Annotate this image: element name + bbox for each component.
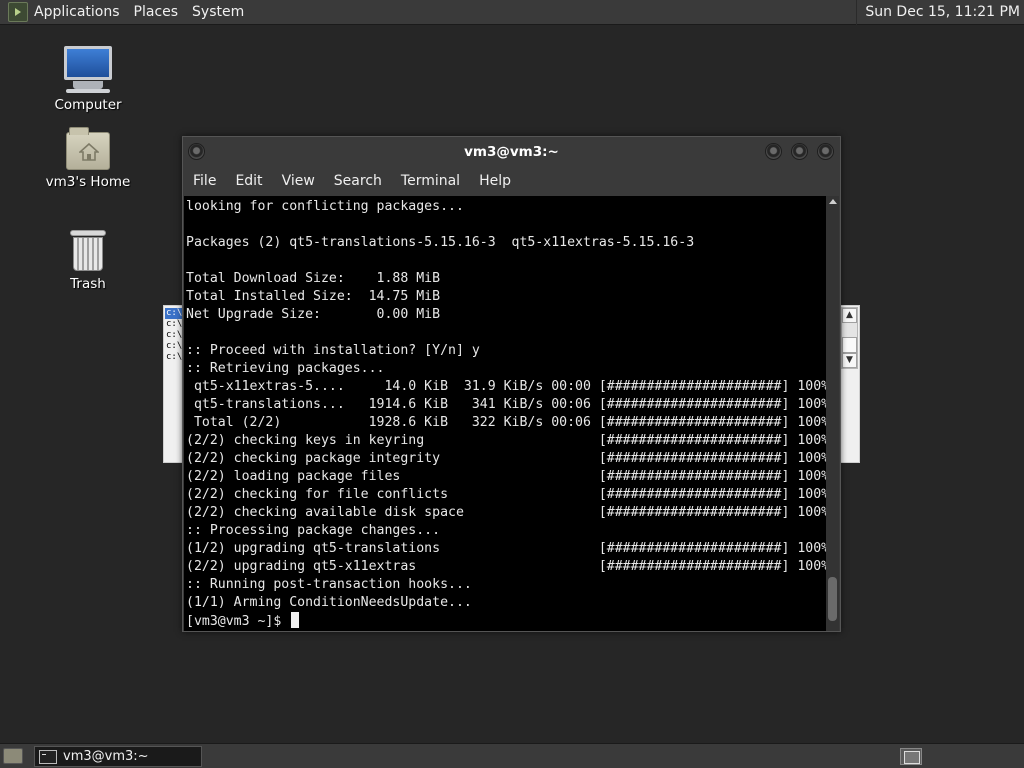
terminal-output[interactable]: looking for conflicting packages... Pack…: [184, 196, 826, 631]
terminal-line: Total (2/2) 1928.6 KiB 322 KiB/s 00:06 […: [186, 415, 826, 430]
menu-terminal[interactable]: Terminal: [401, 173, 460, 189]
terminal-line: (1/1) Arming ConditionNeedsUpdate...: [186, 595, 472, 610]
scroll-thumb[interactable]: [828, 577, 837, 621]
scroll-down-icon[interactable]: ▼: [842, 353, 857, 368]
desktop-icon-home[interactable]: vm3's Home: [40, 127, 136, 190]
terminal-line: Total Installed Size: 14.75 MiB: [186, 289, 441, 304]
terminal-line: (1/2) upgrading qt5-translations [######…: [186, 541, 826, 556]
scroll-thumb[interactable]: [842, 337, 857, 353]
terminal-line: (2/2) loading package files [###########…: [186, 469, 826, 484]
desktop-icon-trash[interactable]: Trash: [40, 230, 136, 292]
terminal-line: (2/2) checking available disk space [###…: [186, 505, 826, 520]
terminal-icon: [39, 749, 57, 764]
menu-search[interactable]: Search: [334, 173, 382, 189]
minimize-icon[interactable]: [765, 143, 782, 160]
home-folder-icon: [66, 127, 110, 170]
menu-edit[interactable]: Edit: [235, 173, 262, 189]
terminal-line: :: Running post-transaction hooks...: [186, 577, 472, 592]
text-cursor: [291, 612, 300, 628]
terminal-window[interactable]: vm3@vm3:~ File Edit View Search Terminal…: [182, 136, 841, 632]
terminal-line: :: Retrieving packages...: [186, 361, 385, 376]
terminal-titlebar[interactable]: vm3@vm3:~: [183, 137, 840, 167]
terminal-line: (2/2) checking package integrity [######…: [186, 451, 826, 466]
terminal-menubar: File Edit View Search Terminal Help: [183, 167, 840, 195]
scroll-up-icon[interactable]: ▲: [842, 308, 857, 323]
terminal-line: (2/2) upgrading qt5-x11extras [#########…: [186, 559, 826, 574]
taskbar-label: vm3@vm3:~: [63, 749, 149, 764]
workspace-switcher-icon[interactable]: [900, 748, 922, 765]
maximize-icon[interactable]: [791, 143, 808, 160]
terminal-line: :: Processing package changes...: [186, 523, 441, 538]
terminal-line: Total Download Size: 1.88 MiB: [186, 271, 441, 286]
terminal-line: Net Upgrade Size: 0.00 MiB: [186, 307, 441, 322]
bottom-panel: vm3@vm3:~: [0, 743, 1024, 768]
window-menu-icon[interactable]: [188, 143, 205, 160]
terminal-line: qt5-x11extras-5.... 14.0 KiB 31.9 KiB/s …: [186, 379, 826, 394]
desktop-icon-label: Trash: [70, 276, 106, 292]
terminal-line: (2/2) checking for file conflicts [#####…: [186, 487, 826, 502]
scroll-up-icon[interactable]: [828, 199, 837, 204]
terminal-scrollbar[interactable]: [826, 196, 839, 631]
menu-system[interactable]: System: [192, 4, 244, 20]
desktop-icon-label: Computer: [54, 97, 122, 113]
taskbar-button-terminal[interactable]: vm3@vm3:~: [34, 746, 202, 767]
menu-view[interactable]: View: [282, 173, 315, 189]
show-desktop-icon[interactable]: [3, 748, 23, 764]
background-scrollbar[interactable]: ▲ ▼: [841, 307, 858, 369]
desktop-icon-computer[interactable]: Computer: [40, 46, 136, 113]
top-panel: Applications Places System Sun Dec 15, 1…: [0, 0, 1024, 25]
shell-prompt: [vm3@vm3 ~]$: [186, 614, 290, 629]
window-title: vm3@vm3:~: [464, 144, 559, 160]
terminal-line: (2/2) checking keys in keyring [########…: [186, 433, 826, 448]
terminal-line: looking for conflicting packages...: [186, 199, 464, 214]
terminal-line: qt5-translations... 1914.6 KiB 341 KiB/s…: [186, 397, 826, 412]
terminal-line: :: Proceed with installation? [Y/n] y: [186, 343, 480, 358]
terminal-line: Packages (2) qt5-translations-5.15.16-3 …: [186, 235, 695, 250]
computer-icon: [64, 46, 112, 80]
menu-help[interactable]: Help: [479, 173, 511, 189]
menu-places[interactable]: Places: [134, 4, 179, 20]
trash-icon: [70, 230, 106, 272]
desktop-icon-label: vm3's Home: [45, 174, 131, 190]
clock[interactable]: Sun Dec 15, 11:21 PM: [856, 0, 1020, 25]
menu-applications[interactable]: Applications: [34, 4, 120, 20]
menu-file[interactable]: File: [193, 173, 216, 189]
distro-menu-icon[interactable]: [8, 2, 28, 22]
terminal-prompt-line[interactable]: [vm3@vm3 ~]$: [186, 612, 826, 630]
close-icon[interactable]: [817, 143, 834, 160]
